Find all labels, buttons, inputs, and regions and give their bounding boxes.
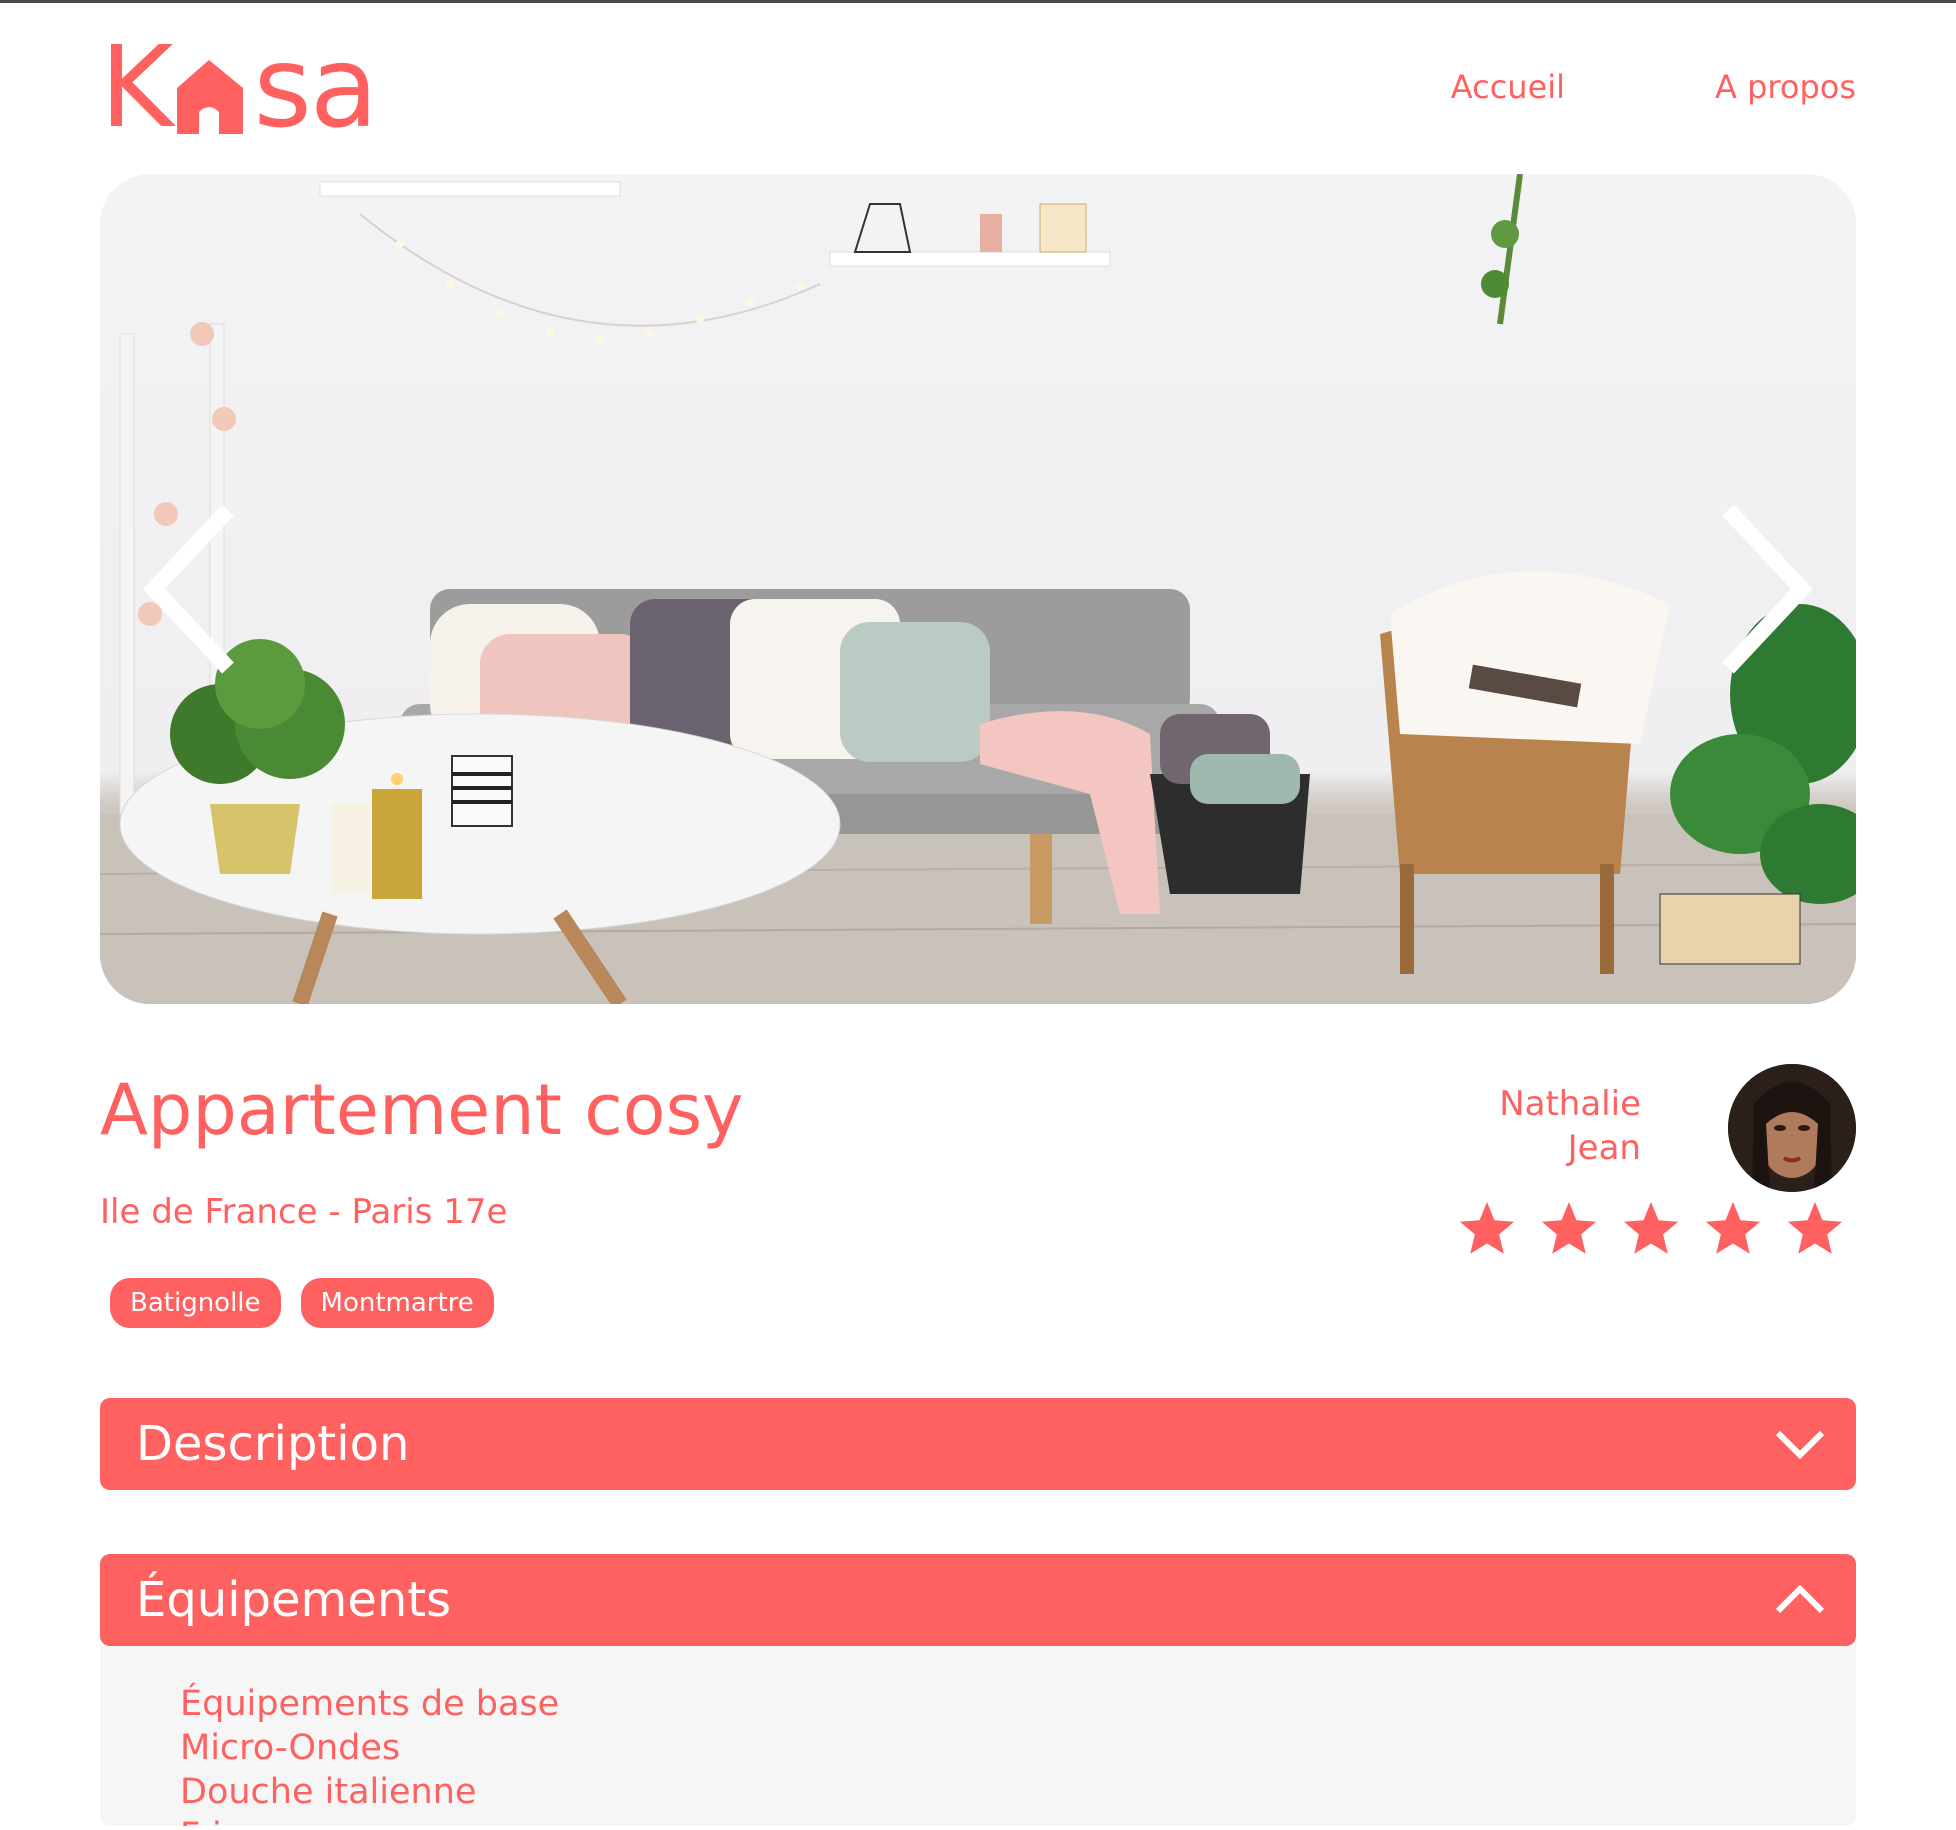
star-icon [1459, 1201, 1515, 1254]
house-icon [177, 60, 244, 134]
description-collapse: Description [100, 1398, 1856, 1490]
description-toggle[interactable]: Description [100, 1398, 1856, 1490]
rating-stars [1456, 1198, 1846, 1260]
listing-location: Ile de France - Paris 17e [100, 1192, 508, 1232]
equipment-item: Équipements de base [180, 1684, 560, 1724]
equipment-collapse: Équipements Équipements de base Micro-On… [100, 1554, 1856, 1826]
main-nav: Accueil A propos [1451, 68, 1856, 106]
tag-montmartre: Montmartre [300, 1278, 494, 1328]
nav-link-about[interactable]: A propos [1715, 68, 1856, 106]
logo-letters-sa: sa [253, 23, 378, 153]
listing-title: Appartement cosy [100, 1069, 744, 1151]
star-icon [1787, 1201, 1843, 1254]
site-header: K sa Accueil A propos [100, 23, 1856, 153]
host-avatar [1728, 1064, 1856, 1192]
nav-link-home[interactable]: Accueil [1451, 68, 1565, 106]
equipment-item: Micro-Ondes [180, 1728, 401, 1768]
equipment-list: Équipements de base Micro-Ondes Douche i… [180, 1682, 1856, 1826]
description-title: Description [136, 1416, 410, 1472]
tag-batignolle: Batignolle [110, 1278, 281, 1328]
star-icon [1705, 1201, 1761, 1254]
equipment-toggle[interactable]: Équipements [100, 1554, 1856, 1646]
window-top-border [0, 0, 1956, 3]
host-name: Nathalie Jean [1499, 1082, 1641, 1170]
photo-carousel [100, 174, 1856, 1004]
equipment-title: Équipements [136, 1572, 452, 1628]
chevron-up-icon[interactable] [1774, 1584, 1826, 1616]
host-first-name: Nathalie [1499, 1084, 1641, 1124]
chevron-right-icon[interactable] [1716, 504, 1816, 674]
star-icon [1623, 1201, 1679, 1254]
equipment-item: Frigo [180, 1814, 1856, 1826]
equipment-item: Douche italienne [180, 1772, 477, 1812]
avatar-image [1728, 1064, 1856, 1192]
star-icon [1541, 1201, 1597, 1254]
logo-letter-k: K [100, 23, 173, 153]
kasa-logo[interactable]: K sa [100, 23, 378, 153]
host-last-name: Jean [1567, 1128, 1641, 1168]
host-card: Nathalie Jean [1336, 1064, 1856, 1194]
chevron-down-icon[interactable] [1774, 1428, 1826, 1460]
living-room-photo [100, 174, 1856, 1004]
tag-list: Batignolle Montmartre [110, 1278, 494, 1328]
equipment-content: Équipements de base Micro-Ondes Douche i… [100, 1646, 1856, 1826]
chevron-left-icon[interactable] [140, 504, 240, 674]
